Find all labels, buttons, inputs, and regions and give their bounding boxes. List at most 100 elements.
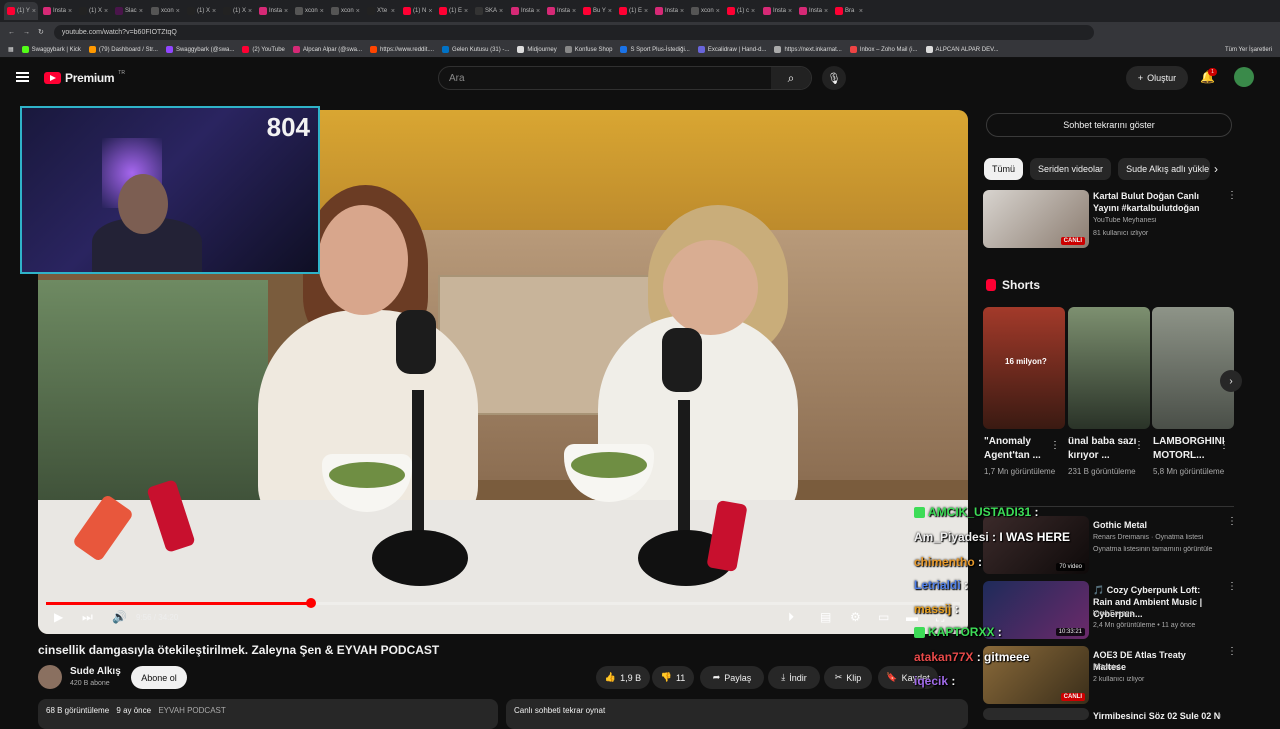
short-title-1[interactable]: "Anomaly Agent'tan ...	[984, 435, 1054, 463]
rec-title[interactable]: Yirmibesinci Söz 02 Sule 02 Nur	[1093, 710, 1221, 720]
chevron-right-icon[interactable]: ›	[1214, 162, 1218, 176]
bookmark-item[interactable]: Gelen Kutusu (31) -...	[442, 46, 509, 53]
play-icon[interactable]: ▶	[54, 610, 63, 624]
share-button[interactable]: ➦ Paylaş	[700, 666, 764, 689]
volume-icon[interactable]: 🔊	[112, 610, 127, 624]
browser-tab[interactable]: xcon ×	[688, 2, 722, 20]
video-thumbnail[interactable]: 70 video	[983, 516, 1089, 574]
tab-close-icon[interactable]: ×	[608, 8, 612, 15]
browser-tab[interactable]: Bu Y ×	[580, 2, 614, 20]
tab-close-icon[interactable]: ×	[356, 8, 360, 15]
all-bookmarks-folder[interactable]: Tüm Yer İşaretleri	[1225, 47, 1272, 53]
browser-tab[interactable]: Insta ×	[508, 2, 542, 20]
tab-close-icon[interactable]: ×	[824, 8, 828, 15]
back-icon[interactable]: ←	[8, 29, 15, 36]
reload-icon[interactable]: ↻	[38, 28, 44, 36]
tab-close-icon[interactable]: ×	[572, 8, 576, 15]
account-avatar[interactable]	[1234, 67, 1254, 87]
channel-name[interactable]: Sude Alkış	[70, 666, 121, 677]
tab-close-icon[interactable]: ×	[716, 8, 720, 15]
recommended-live-video[interactable]: CANLI Kartal Bulut Doğan Canlı Yayını #k…	[983, 190, 1237, 250]
more-options-icon[interactable]: ⋮	[1227, 516, 1237, 527]
rec-title[interactable]: Kartal Bulut Doğan Canlı Yayını #kartalb…	[1093, 190, 1221, 214]
miniplayer-icon[interactable]: ▭	[878, 610, 889, 624]
tab-close-icon[interactable]: ×	[428, 8, 432, 15]
browser-tab[interactable]: (1) c ×	[724, 2, 758, 20]
channel-avatar[interactable]	[38, 665, 62, 689]
hashtag[interactable]: EYVAH PODCAST	[158, 706, 225, 715]
voice-search-button[interactable]: 🎙	[822, 66, 846, 90]
bookmark-item[interactable]: Midjourney	[517, 46, 557, 53]
progress-bar[interactable]	[46, 598, 960, 608]
browser-tab[interactable]: Insta ×	[544, 2, 578, 20]
shorts-next-arrow-icon[interactable]: ›	[1220, 370, 1242, 392]
bookmark-item[interactable]: https://www.reddit....	[370, 46, 434, 53]
youtube-logo[interactable]: Premium TR	[44, 70, 125, 85]
search-input[interactable]: Ara ⌕	[438, 66, 812, 90]
browser-tab[interactable]: (1) E ×	[616, 2, 650, 20]
bookmark-item[interactable]: ALPCAN ALPAR DEV...	[925, 46, 999, 53]
tab-close-icon[interactable]: ×	[788, 8, 792, 15]
browser-tab[interactable]: (1) X ×	[184, 2, 218, 20]
recommended-video-nur[interactable]: Yirmibesinci Söz 02 Sule 02 Nur	[983, 708, 1233, 720]
recommended-playlist-gothic[interactable]: 70 video Gothic Metal Renars Dreimanis ·…	[983, 516, 1237, 576]
browser-tab[interactable]: Insta ×	[760, 2, 794, 20]
bookmark-item[interactable]: Swaggybark | Kick	[21, 46, 81, 53]
dislike-button[interactable]: 👎 11	[652, 666, 694, 689]
browser-tab[interactable]: Bra ×	[832, 2, 866, 20]
browser-tab[interactable]: xcon ×	[148, 2, 182, 20]
browser-tab[interactable]: Insta ×	[652, 2, 686, 20]
bookmark-item[interactable]: Konfuse Shop	[564, 46, 612, 53]
short-title-2[interactable]: ünal baba sazı kırıyor ...	[1068, 435, 1138, 463]
description-box[interactable]: 68 B görüntüleme 9 ay önce EYVAH PODCAST	[38, 699, 498, 729]
tab-close-icon[interactable]: ×	[68, 8, 72, 15]
bookmark-item[interactable]: (79) Dashboard / Str...	[88, 46, 158, 53]
tab-close-icon[interactable]: ×	[536, 8, 540, 15]
bookmark-item[interactable]: Alpcan Alpar (@swa...	[292, 46, 362, 53]
search-button[interactable]: ⌕	[771, 67, 811, 89]
browser-tab[interactable]: (1) N ×	[400, 2, 434, 20]
browser-tab[interactable]: Insta ×	[256, 2, 290, 20]
browser-tab[interactable]: xcon ×	[292, 2, 326, 20]
more-options-icon[interactable]: ⋮	[1134, 440, 1144, 451]
more-options-icon[interactable]: ⋮	[1227, 581, 1237, 592]
bookmark-item[interactable]: (2) YouTube	[242, 46, 285, 53]
tab-close-icon[interactable]: ×	[680, 8, 684, 15]
tab-close-icon[interactable]: ×	[499, 8, 503, 15]
more-options-icon[interactable]: ⋮	[1050, 440, 1060, 451]
browser-tab[interactable]: xcon ×	[328, 2, 362, 20]
subtitles-icon[interactable]: ▤	[820, 610, 831, 624]
browser-tab[interactable]: Insta ×	[796, 2, 830, 20]
next-icon[interactable]: ⏭	[82, 610, 93, 625]
short-thumbnail-3[interactable]	[1152, 307, 1234, 429]
hamburger-menu-icon[interactable]	[16, 72, 29, 82]
bookmark-item[interactable]: Excalidraw | Hand-d...	[697, 46, 766, 53]
more-options-icon[interactable]: ⋮	[1219, 440, 1229, 451]
browser-tab[interactable]: SKA ×	[472, 2, 506, 20]
video-thumbnail[interactable]: CANLI	[983, 190, 1089, 248]
rec-title[interactable]: Gothic Metal	[1093, 519, 1221, 531]
short-thumbnail-2[interactable]	[1068, 307, 1150, 429]
forward-icon[interactable]: →	[23, 29, 30, 36]
recommended-video-cyberpunk[interactable]: 10:33:21 🎵 Cozy Cyberpunk Loft: Rain and…	[983, 581, 1237, 641]
tab-close-icon[interactable]: ×	[464, 8, 468, 15]
short-thumbnail-1[interactable]: 16 milyon?	[983, 307, 1065, 429]
bookmark-item[interactable]: Swaggybark (@swa...	[165, 46, 234, 53]
subscribe-button[interactable]: Abone ol	[131, 666, 187, 689]
rec-view-playlist[interactable]: Oynatma listesinin tamamını görüntüle	[1093, 546, 1223, 553]
bookmark-item[interactable]: https://next.inkarnat...	[774, 46, 842, 53]
tab-close-icon[interactable]: ×	[104, 8, 108, 15]
address-bar[interactable]: youtube.com/watch?v=b60FIOTZtqQ	[53, 24, 1094, 40]
tab-close-icon[interactable]: ×	[284, 8, 288, 15]
browser-tab[interactable]: Slac ×	[112, 2, 146, 20]
tab-close-icon[interactable]: ×	[32, 8, 36, 15]
settings-gear-icon[interactable]: ⚙	[850, 610, 861, 624]
download-button[interactable]: ⤓ İndir	[768, 666, 820, 689]
progress-scrubber[interactable]	[306, 598, 316, 608]
browser-tab[interactable]: X'te ×	[364, 2, 398, 20]
bookmark-item[interactable]: Inbox – Zoho Mail (i...	[849, 46, 918, 53]
tab-close-icon[interactable]: ×	[248, 8, 252, 15]
tab-close-icon[interactable]: ×	[212, 8, 216, 15]
create-button[interactable]: + Oluştur	[1126, 66, 1188, 90]
show-chat-replay-button[interactable]: Sohbet tekrarını göster	[986, 113, 1232, 137]
